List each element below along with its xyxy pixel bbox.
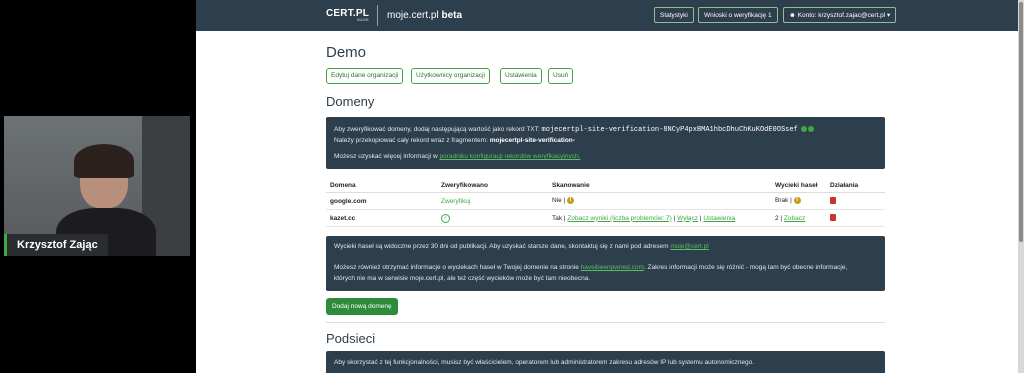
stats-button[interactable]: Statystyki [654, 7, 694, 23]
verification-info-box: Aby zweryfikować domeny, dodaj następują… [326, 117, 885, 169]
copy-icon-2[interactable] [807, 126, 814, 133]
verify-domain-link[interactable]: Zweryfikuj [441, 198, 470, 205]
actions-cell [826, 209, 885, 227]
col-verified: Zweryfikowano [437, 178, 548, 193]
main-content: Demo Edytuj dane organizacji Użytkownicy… [196, 31, 1018, 373]
scan-status: Tak | [552, 214, 566, 222]
requests-label: Wnioski o weryfikację [704, 12, 767, 19]
account-dropdown[interactable]: ☻ Konto: krzysztof.zajac@cert.pl ▾ [783, 7, 897, 23]
trash-icon[interactable] [830, 197, 836, 205]
copy-icon[interactable] [800, 126, 807, 133]
leaks-line-1-text: Wycieki haseł są widoczne przez 30 dni o… [334, 243, 669, 250]
leaks-cell: Brak | i [771, 192, 826, 210]
verification-guide-link[interactable]: poradniku konfiguracji rekordów weryfika… [439, 153, 580, 160]
col-leaks: Wycieki haseł [771, 178, 826, 193]
leaks-cell: 2 | Zobacz [771, 209, 826, 227]
delete-org-button[interactable]: Usuń [548, 68, 574, 84]
info-icon[interactable]: i [793, 197, 801, 205]
leaks-line-1: Wycieki haseł są widoczne przez 30 dni o… [334, 243, 709, 250]
info-icon[interactable]: i [567, 197, 575, 205]
leaks-line-2: Możesz również otrzymać informacje o wyc… [334, 264, 847, 271]
scan-results-link[interactable]: Zobacz wyniki (liczba problemów: 7) [567, 215, 671, 222]
subnets-title: Podsieci [326, 331, 376, 346]
navbar-separator [377, 5, 378, 26]
verify-line-3: Możesz uzyskać więcej informacji w porad… [334, 153, 580, 160]
scan-status: Nie | [552, 197, 566, 205]
verify-line-1: Aby zweryfikować domeny, dodaj następują… [334, 126, 814, 134]
verified-check-icon: ✓ [441, 213, 450, 223]
scan-disable-link[interactable]: Wyłącz [677, 215, 698, 222]
verify-link-cell: Zweryfikuj [437, 192, 548, 210]
verify-line-2-text: Należy przekopiować cały rekord wraz z f… [334, 137, 488, 144]
hibp-link[interactable]: haveibeenpwned.com [581, 264, 644, 271]
leaks-line-3: których nie ma w serwisie moje.cert.pl, … [334, 275, 591, 282]
leaks-info-box: Wycieki haseł są widoczne przez 30 dni o… [326, 236, 885, 291]
table-row: google.com Zweryfikuj Nie | i Brak | i [326, 192, 885, 210]
person-hair [74, 144, 134, 178]
actions-cell [826, 192, 885, 210]
cert-logo[interactable]: CERT.PL NASK [326, 8, 369, 22]
scan-cell: Nie | i [548, 192, 771, 210]
contact-email-link[interactable]: moje@cert.pl [670, 243, 708, 250]
participant-name: Krzysztof Zając [4, 234, 108, 256]
edit-org-button[interactable]: Edytuj dane organizacji [326, 68, 404, 84]
verify-fragment: mojecertpl-site-verification- [489, 137, 575, 144]
col-scanning: Skanowanie [548, 178, 771, 193]
org-users-button[interactable]: Użytkownicy organizacji [411, 68, 490, 84]
section-divider [326, 322, 885, 323]
domain-name: google.com [326, 192, 437, 210]
subnets-info-box: Aby skorzystać z tej funkcjonalności, mu… [326, 351, 885, 373]
add-domain-button[interactable]: Dodaj nową domenę [326, 298, 398, 315]
table-row: kazet.cc ✓ Tak | Zobacz wyniki (liczba p… [326, 209, 885, 227]
domains-title: Domeny [326, 94, 375, 109]
leaks-status: Brak | [775, 197, 792, 205]
app-title-text: moje.cert.pl [387, 10, 439, 21]
verified-cell: ✓ [437, 209, 548, 227]
settings-button[interactable]: Ustawienia [500, 68, 542, 84]
leaks-line-2-text: Możesz również otrzymać informacje o wyc… [334, 264, 579, 271]
trash-icon[interactable] [830, 214, 836, 222]
domains-table: Domena Zweryfikowano Skanowanie Wycieki … [326, 178, 885, 227]
scrollbar-thumb[interactable] [1019, 2, 1023, 242]
webcam-person [56, 144, 156, 256]
col-actions: Działania [826, 178, 885, 193]
txt-record-value[interactable]: mojecertpl-site-verification-8NCyP4pxBMA… [542, 126, 798, 134]
webcam-video: Krzysztof Zając [4, 116, 190, 256]
verify-line-2: Należy przekopiować cały rekord wraz z f… [334, 137, 575, 144]
account-label: Konto: krzysztof.zajac@cert.pl ▾ [797, 12, 891, 19]
user-icon: ☻ [789, 12, 796, 19]
verify-line-3-text: Możesz uzyskać więcej informacji w [334, 153, 438, 160]
subnets-info-text: Aby skorzystać z tej funkcjonalności, mu… [334, 359, 755, 366]
leaks-status: 2 | [775, 214, 783, 222]
top-navbar: CERT.PL NASK moje.cert.pl beta Statystyki… [196, 0, 1018, 31]
leaks-line-2-suffix: . Zakres informacji może się różnić - mo… [643, 264, 848, 271]
scan-cell: Tak | Zobacz wyniki (liczba problemów: 7… [548, 209, 771, 227]
requests-count: 1 [767, 12, 772, 19]
verify-line-1-text: Aby zweryfikować domeny, dodaj następują… [334, 126, 540, 133]
col-domain: Domena [326, 178, 437, 193]
leaks-view-link[interactable]: Zobacz [784, 215, 805, 222]
domain-name: kazet.cc [326, 209, 437, 227]
domains-table-header: Domena Zweryfikowano Skanowanie Wycieki … [326, 178, 885, 193]
app-title[interactable]: moje.cert.pl beta [387, 10, 462, 21]
verification-requests-button[interactable]: Wnioski o weryfikację 1 [698, 7, 778, 23]
org-title: Demo [326, 44, 367, 61]
app-title-badge: beta [441, 10, 463, 21]
scan-settings-link[interactable]: Ustawienia [703, 215, 735, 222]
